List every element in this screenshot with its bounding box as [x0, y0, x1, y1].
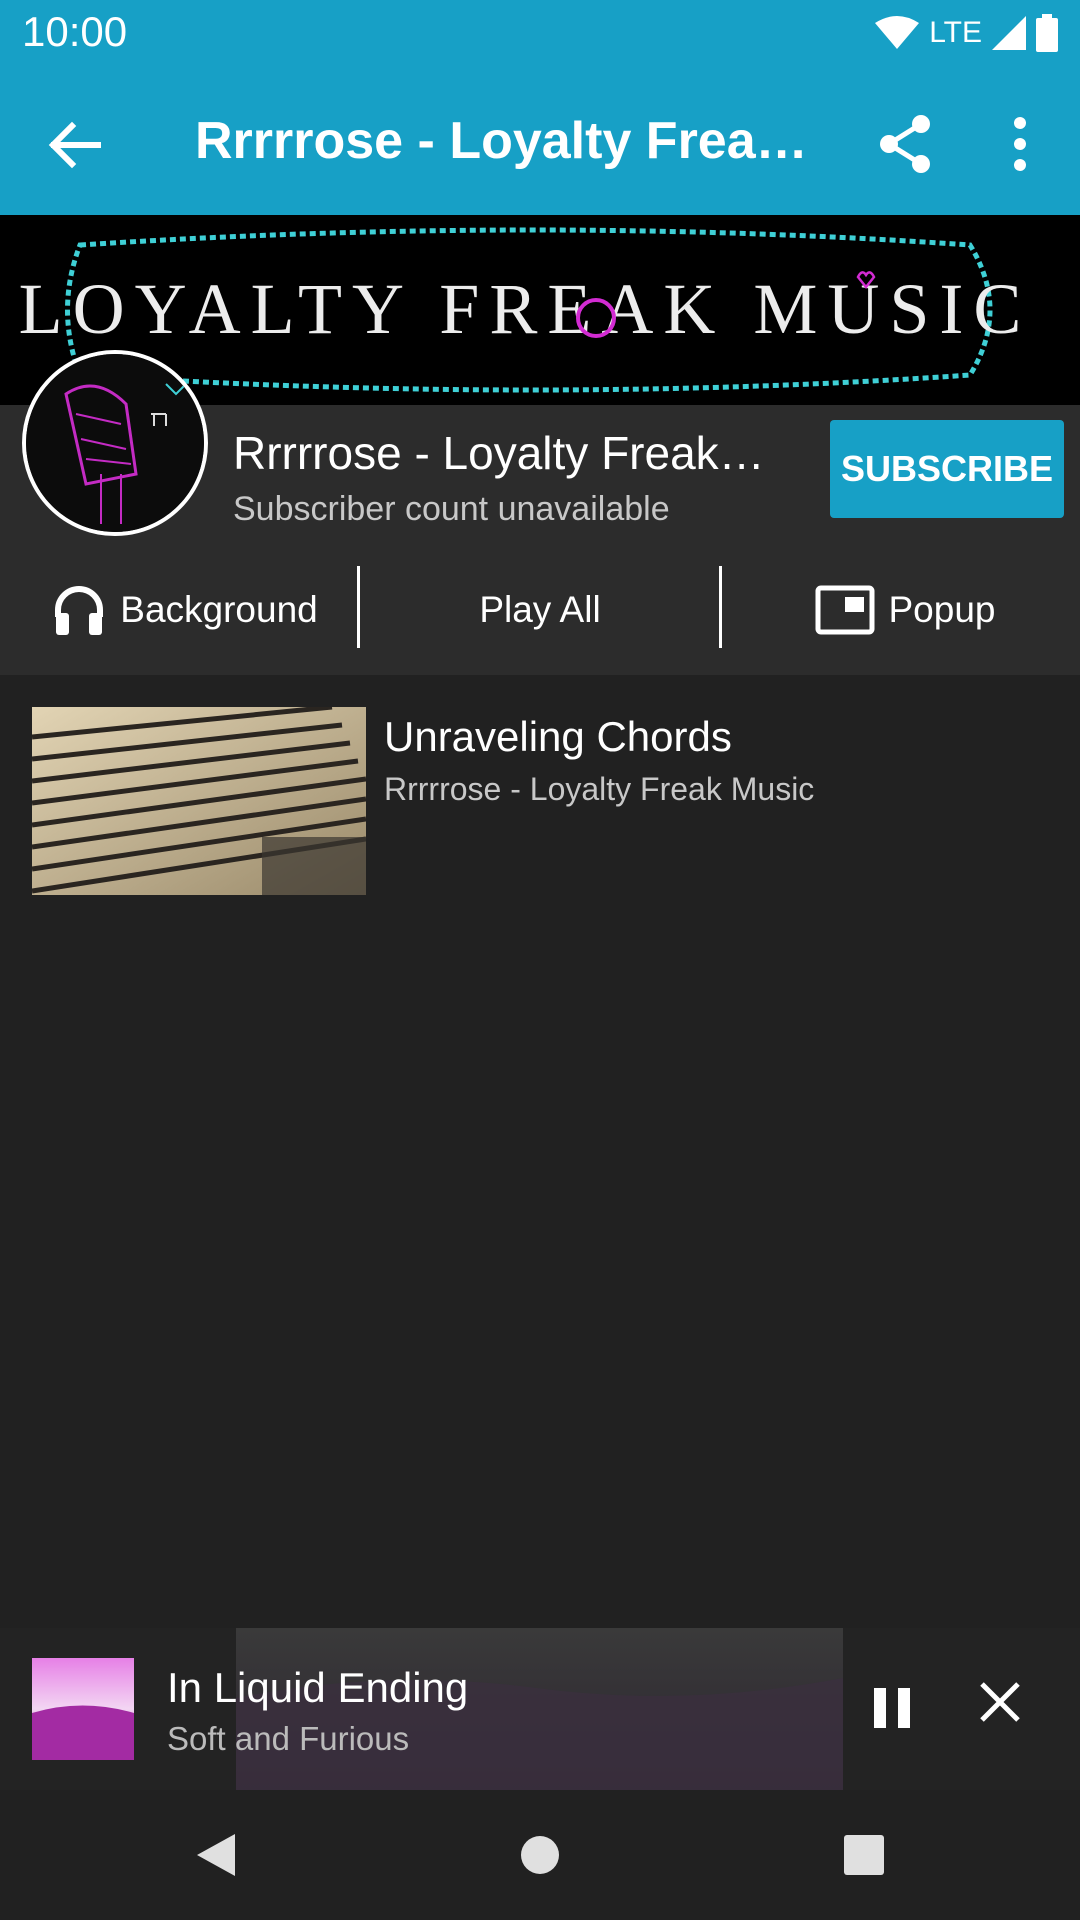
- status-icons: LTE: [875, 12, 1058, 54]
- back-arrow-icon[interactable]: [40, 110, 110, 180]
- network-type: LTE: [929, 16, 982, 49]
- close-icon[interactable]: [978, 1680, 1022, 1724]
- video-thumbnail: [32, 707, 366, 895]
- banner-logo-text: LOYALTY FREAK MUSIC: [19, 269, 1032, 349]
- battery-icon: [1036, 14, 1058, 52]
- nav-back-icon[interactable]: [180, 1820, 250, 1890]
- popup-label: Popup: [888, 589, 996, 630]
- popup-icon: [815, 585, 874, 635]
- action-divider: [357, 566, 360, 648]
- status-bar: 10:00 LTE: [0, 0, 1080, 65]
- more-options-icon[interactable]: [1000, 109, 1040, 179]
- cell-signal-icon: [992, 16, 1026, 50]
- now-playing-title: In Liquid Ending: [167, 1664, 469, 1711]
- channel-name: Rrrrrose - Loyalty Freak Music: [233, 427, 768, 479]
- nav-home-icon[interactable]: [505, 1820, 575, 1890]
- nav-recents-icon[interactable]: [829, 1820, 899, 1890]
- system-nav-bar: [0, 1790, 1080, 1920]
- headphones-icon: [55, 586, 104, 635]
- avatar-image: [26, 354, 204, 532]
- video-title: Unraveling Chords: [384, 713, 732, 760]
- playback-actions: Background Play All Popup: [0, 560, 1080, 660]
- app-bar: Rrrrrose - Loyalty Freak Music: [0, 65, 1080, 215]
- subscriber-count: Subscriber count unavailable: [233, 490, 670, 528]
- status-time: 10:00: [22, 8, 128, 55]
- pause-icon[interactable]: [872, 1678, 912, 1738]
- popup-button[interactable]: Popup: [800, 560, 1010, 660]
- subscribe-button[interactable]: SUBSCRIBE: [830, 420, 1064, 518]
- channel-avatar: [22, 350, 208, 536]
- play-all-button[interactable]: Play All: [370, 560, 710, 660]
- background-button[interactable]: Background: [40, 560, 330, 660]
- background-label: Background: [120, 589, 318, 630]
- play-all-label: Play All: [479, 589, 601, 630]
- now-playing-artist: Soft and Furious: [167, 1720, 410, 1757]
- share-icon[interactable]: [876, 109, 936, 179]
- video-uploader: Rrrrrose - Loyalty Freak Music: [384, 771, 815, 807]
- now-playing-art: [32, 1658, 134, 1760]
- mini-player[interactable]: In Liquid Ending Soft and Furious: [0, 1628, 1080, 1790]
- list-item[interactable]: Unraveling Chords Rrrrrose - Loyalty Fre…: [0, 705, 1080, 900]
- action-divider: [719, 566, 722, 648]
- page-title: Rrrrrose - Loyalty Freak Music: [195, 112, 825, 170]
- wifi-icon: [875, 16, 920, 49]
